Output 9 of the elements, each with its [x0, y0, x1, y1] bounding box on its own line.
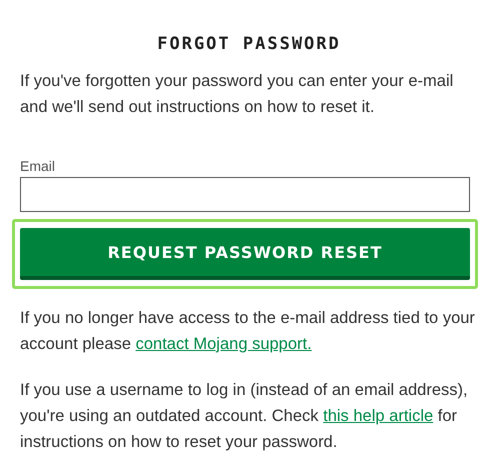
email-label: Email: [20, 158, 56, 174]
request-reset-button[interactable]: REQUEST PASSWORD RESET: [20, 228, 470, 280]
username-text: If you use a username to log in (instead of an email address), you're using an outdated account. Check this help article for instructions on how to reset your password.: [20, 380, 469, 453]
help-article-link[interactable]: this help article: [323, 407, 434, 425]
page-heading: FORGOT PASSWORD: [156, 34, 342, 54]
support-text: If you no longer have access to the e-mail address tied to your account please contact Mojang support.: [20, 308, 476, 355]
instructions-text: If you've forgotten your password you can enter your e-mail and we'll send out instructions on how to reset it.: [20, 71, 454, 118]
email-field[interactable]: [20, 177, 470, 212]
support-link[interactable]: contact Mojang support.: [136, 335, 312, 353]
